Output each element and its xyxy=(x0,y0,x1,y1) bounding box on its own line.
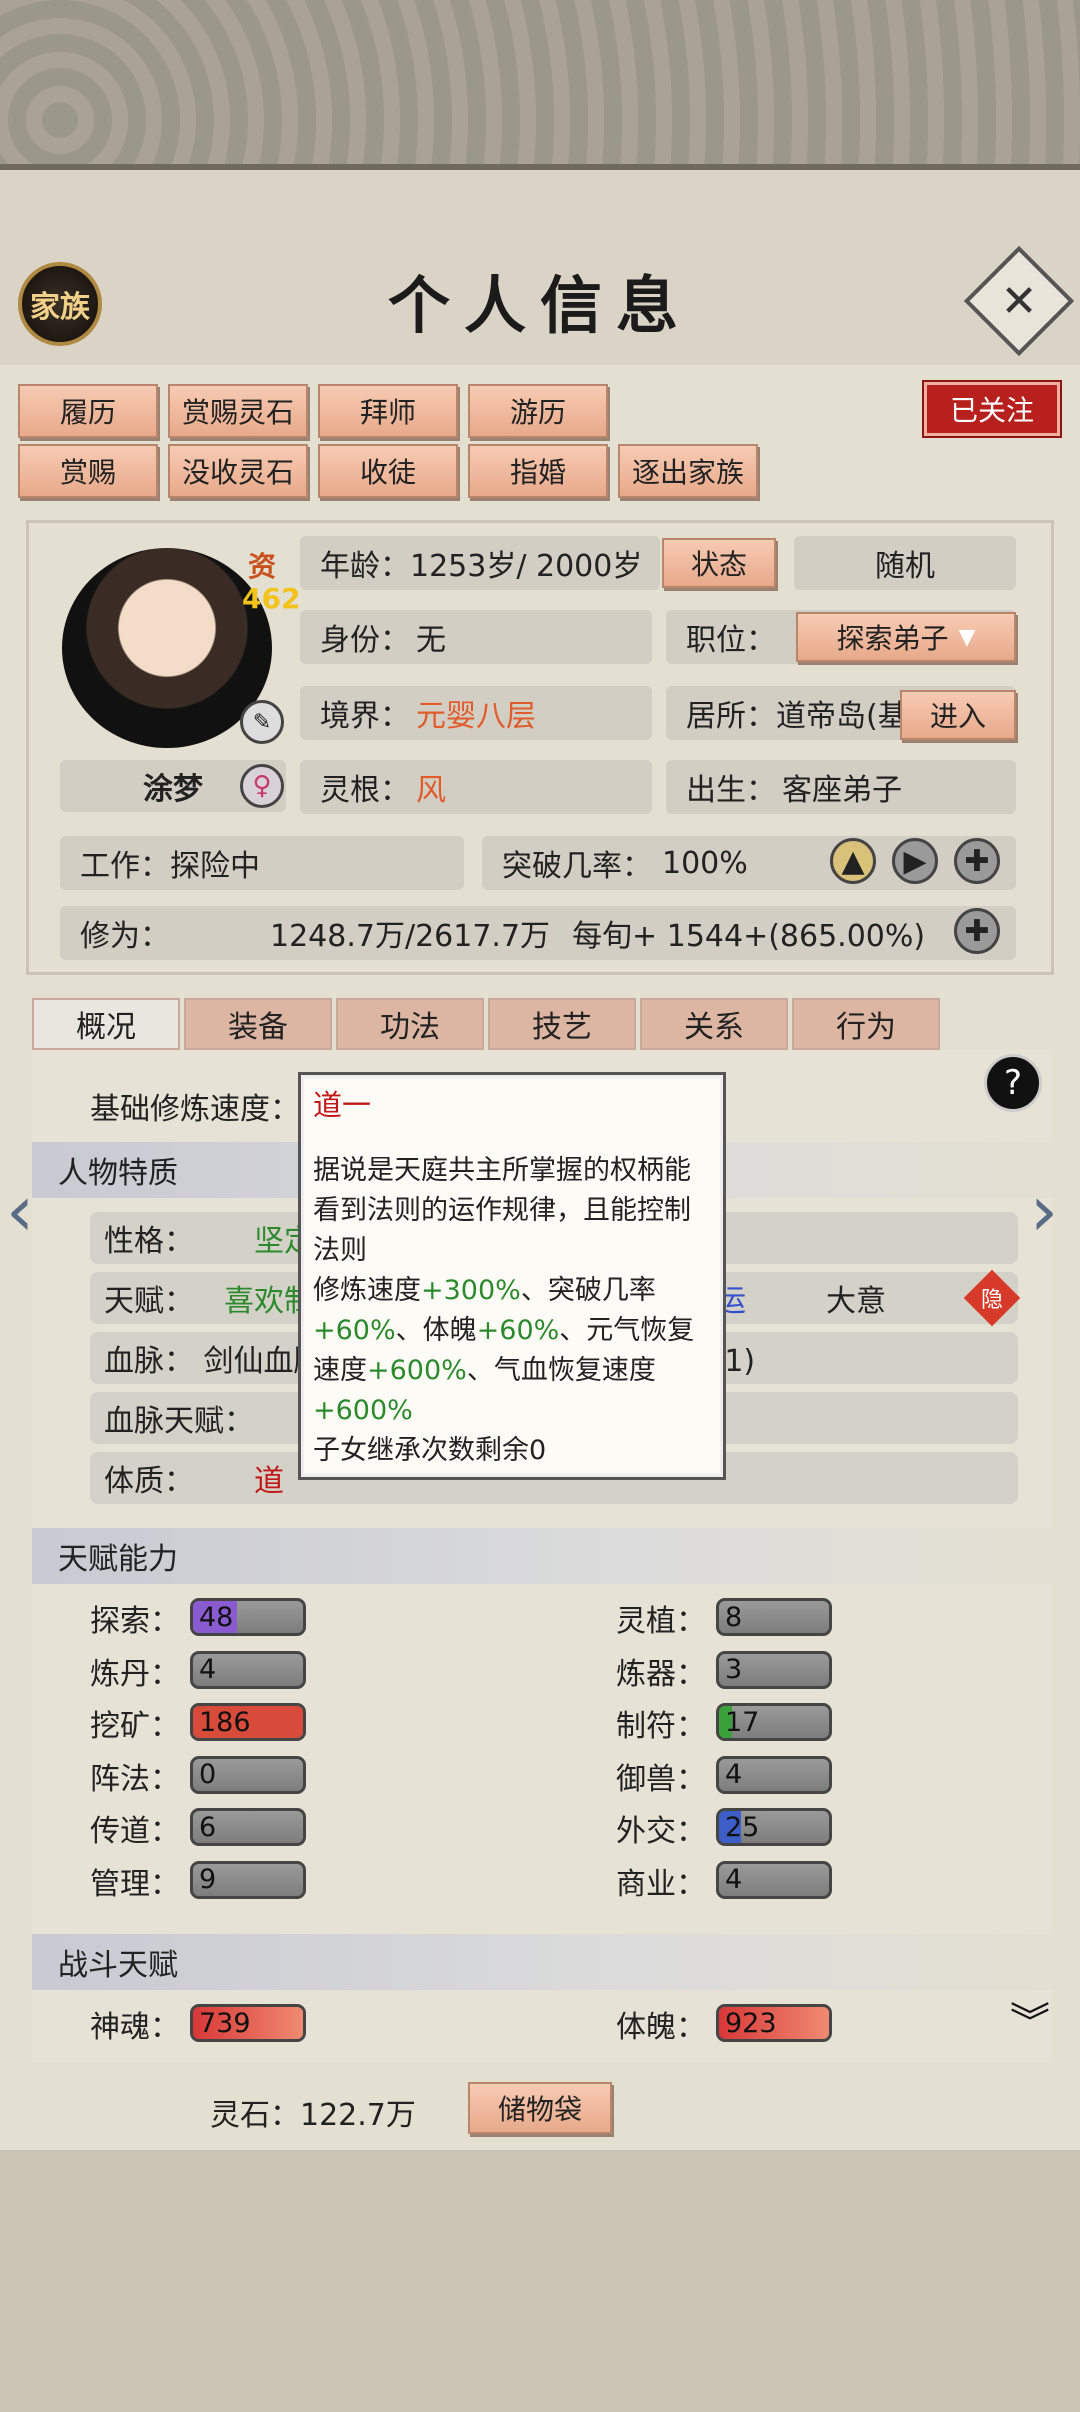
body-label: 体魄： xyxy=(616,2010,706,2045)
stat-value: 4 xyxy=(725,1759,743,1790)
work-field: 工作：探险中 xyxy=(60,836,464,890)
tab-skills[interactable]: 功法 xyxy=(336,998,484,1050)
stat-label: 传道： xyxy=(90,1814,180,1849)
aptitude-label: 资 xyxy=(248,550,277,583)
stat-value: 186 xyxy=(199,1706,251,1738)
identity-field: 身份：无 xyxy=(300,610,652,664)
followed-button[interactable]: 已关注 xyxy=(924,382,1060,436)
storage-bag-button[interactable]: 储物袋 xyxy=(468,2082,612,2134)
stat-bar: 186 xyxy=(190,1703,306,1741)
next-arrow-icon[interactable]: › xyxy=(1030,1170,1058,1252)
stat-value: 25 xyxy=(725,1811,760,1843)
stat-label: 商业： xyxy=(616,1866,706,1902)
stat-bar: 3 xyxy=(716,1650,832,1689)
stat-value: 17 xyxy=(725,1706,760,1738)
talent-tooltip: 道一 据说是天庭共主所掌握的权柄能看到法则的运作规律，且能控制法则 修炼速度+3… xyxy=(298,1072,726,1480)
stat-bar: 4 xyxy=(190,1650,306,1689)
stat-label: 炼丹： xyxy=(90,1656,180,1692)
combat-title: 战斗天赋 xyxy=(32,1934,1052,1990)
tooltip-line1: 修炼速度+300%、突破几率 xyxy=(313,1275,656,1306)
stat-bar: 48 xyxy=(190,1598,306,1636)
stat-bar: 0 xyxy=(190,1755,306,1794)
spirit-stone-count: 灵石：122.7万 xyxy=(210,2098,416,2133)
edit-icon[interactable]: ✎ xyxy=(240,700,284,744)
body-bar: 923 xyxy=(716,2004,832,2042)
stat-value: 8 xyxy=(725,1601,743,1633)
take-disciple-button[interactable]: 收徒 xyxy=(318,444,458,498)
stat-label: 灵植： xyxy=(616,1604,706,1639)
stat-label: 炼器： xyxy=(616,1656,706,1692)
scroll-down-icon[interactable]: ︾ xyxy=(1010,1990,1050,2048)
close-icon: ✕ xyxy=(1000,275,1038,327)
birth-field: 出生： 客座弟子 xyxy=(666,760,1016,814)
stat-value: 3 xyxy=(725,1654,743,1685)
spirit-root-field: 灵根：风 xyxy=(300,760,652,814)
position-select[interactable]: 探索弟子 ▼ xyxy=(796,612,1016,662)
bottom-background xyxy=(0,2150,1080,2412)
stat-label: 探索： xyxy=(90,1604,180,1639)
tooltip-line4: +600% xyxy=(313,1395,413,1426)
tooltip-description: 据说是天庭共主所掌握的权柄能看到法则的运作规律，且能控制法则 xyxy=(313,1155,691,1266)
base-speed-label: 基础修炼速度： xyxy=(90,1092,300,1127)
chevron-down-icon: ▼ xyxy=(958,624,976,650)
tooltip-line3: 速度+600%、气血恢复速度 xyxy=(313,1355,656,1386)
confiscate-stone-button[interactable]: 没收灵石 xyxy=(168,444,308,498)
plus-icon[interactable]: ✚ xyxy=(954,838,1000,884)
stat-bar: 9 xyxy=(190,1860,306,1899)
help-button[interactable]: ? xyxy=(984,1054,1042,1112)
aptitude-value: 462 xyxy=(242,582,301,615)
stat-bar: 25 xyxy=(716,1808,832,1846)
hidden-badge[interactable]: 隐 xyxy=(972,1278,1012,1318)
expel-button[interactable]: 逐出家族 xyxy=(618,444,758,498)
talent-ability-title: 天赋能力 xyxy=(32,1528,1052,1584)
cultivation-plus-icon[interactable]: ✚ xyxy=(954,908,1000,954)
decorative-top-band xyxy=(0,0,1080,170)
history-button[interactable]: 履历 xyxy=(18,384,158,438)
reward-button[interactable]: 赏赐 xyxy=(18,444,158,498)
stat-bar: 8 xyxy=(716,1598,832,1636)
tab-equipment[interactable]: 装备 xyxy=(184,998,332,1050)
random-button[interactable]: 随机 xyxy=(794,536,1016,590)
tab-overview[interactable]: 概况 xyxy=(32,998,180,1050)
stat-value: 9 xyxy=(199,1864,217,1895)
female-icon: ♀ xyxy=(240,764,284,808)
tooltip-title: 道一 xyxy=(313,1088,372,1122)
travel-button[interactable]: 游历 xyxy=(468,384,608,438)
stat-value: 0 xyxy=(199,1759,217,1790)
arrange-marriage-button[interactable]: 指婚 xyxy=(468,444,608,498)
stat-label: 御兽： xyxy=(616,1761,706,1797)
stat-label: 管理： xyxy=(90,1866,180,1902)
tab-behavior[interactable]: 行为 xyxy=(792,998,940,1050)
age-field: 年龄：1253岁/ 2000岁 xyxy=(300,536,660,590)
stat-bar: 17 xyxy=(716,1703,832,1741)
stat-label: 挖矿： xyxy=(90,1709,180,1744)
tab-crafts[interactable]: 技艺 xyxy=(488,998,636,1050)
realm-field: 境界： 元婴八层 xyxy=(300,686,652,740)
prev-arrow-icon[interactable]: ‹ xyxy=(6,1170,34,1252)
soul-bar: 739 xyxy=(190,2004,306,2042)
tooltip-line5: 子女继承次数剩余0 xyxy=(313,1435,547,1466)
soul-label: 神魂： xyxy=(90,2010,180,2045)
enter-button[interactable]: 进入 xyxy=(900,690,1016,740)
tooltip-line2: +60%、体魄+60%、元气恢复 xyxy=(313,1315,695,1346)
stat-bar: 6 xyxy=(190,1808,306,1846)
cultivation-field: 修为： 1248.7万/2617.7万 每旬+ 1544+(865.00%) xyxy=(60,906,1016,960)
apprentice-button[interactable]: 拜师 xyxy=(318,384,458,438)
reward-stone-button[interactable]: 赏赐灵石 xyxy=(168,384,308,438)
status-button[interactable]: 状态 xyxy=(662,538,776,588)
stat-value: 4 xyxy=(199,1654,217,1685)
stat-bar: 4 xyxy=(716,1860,832,1899)
breakthrough-icon[interactable]: ▲ xyxy=(830,838,876,884)
play-icon[interactable]: ▶ xyxy=(892,838,938,884)
stat-value: 4 xyxy=(725,1864,743,1895)
stat-label: 制符： xyxy=(616,1709,706,1744)
tab-relations[interactable]: 关系 xyxy=(640,998,788,1050)
stat-value: 48 xyxy=(199,1601,234,1633)
page-title: 个人信息 xyxy=(387,269,692,342)
stat-label: 阵法： xyxy=(90,1761,180,1797)
stat-bar: 4 xyxy=(716,1755,832,1794)
stat-label: 外交： xyxy=(616,1814,706,1849)
stat-value: 6 xyxy=(199,1811,217,1843)
